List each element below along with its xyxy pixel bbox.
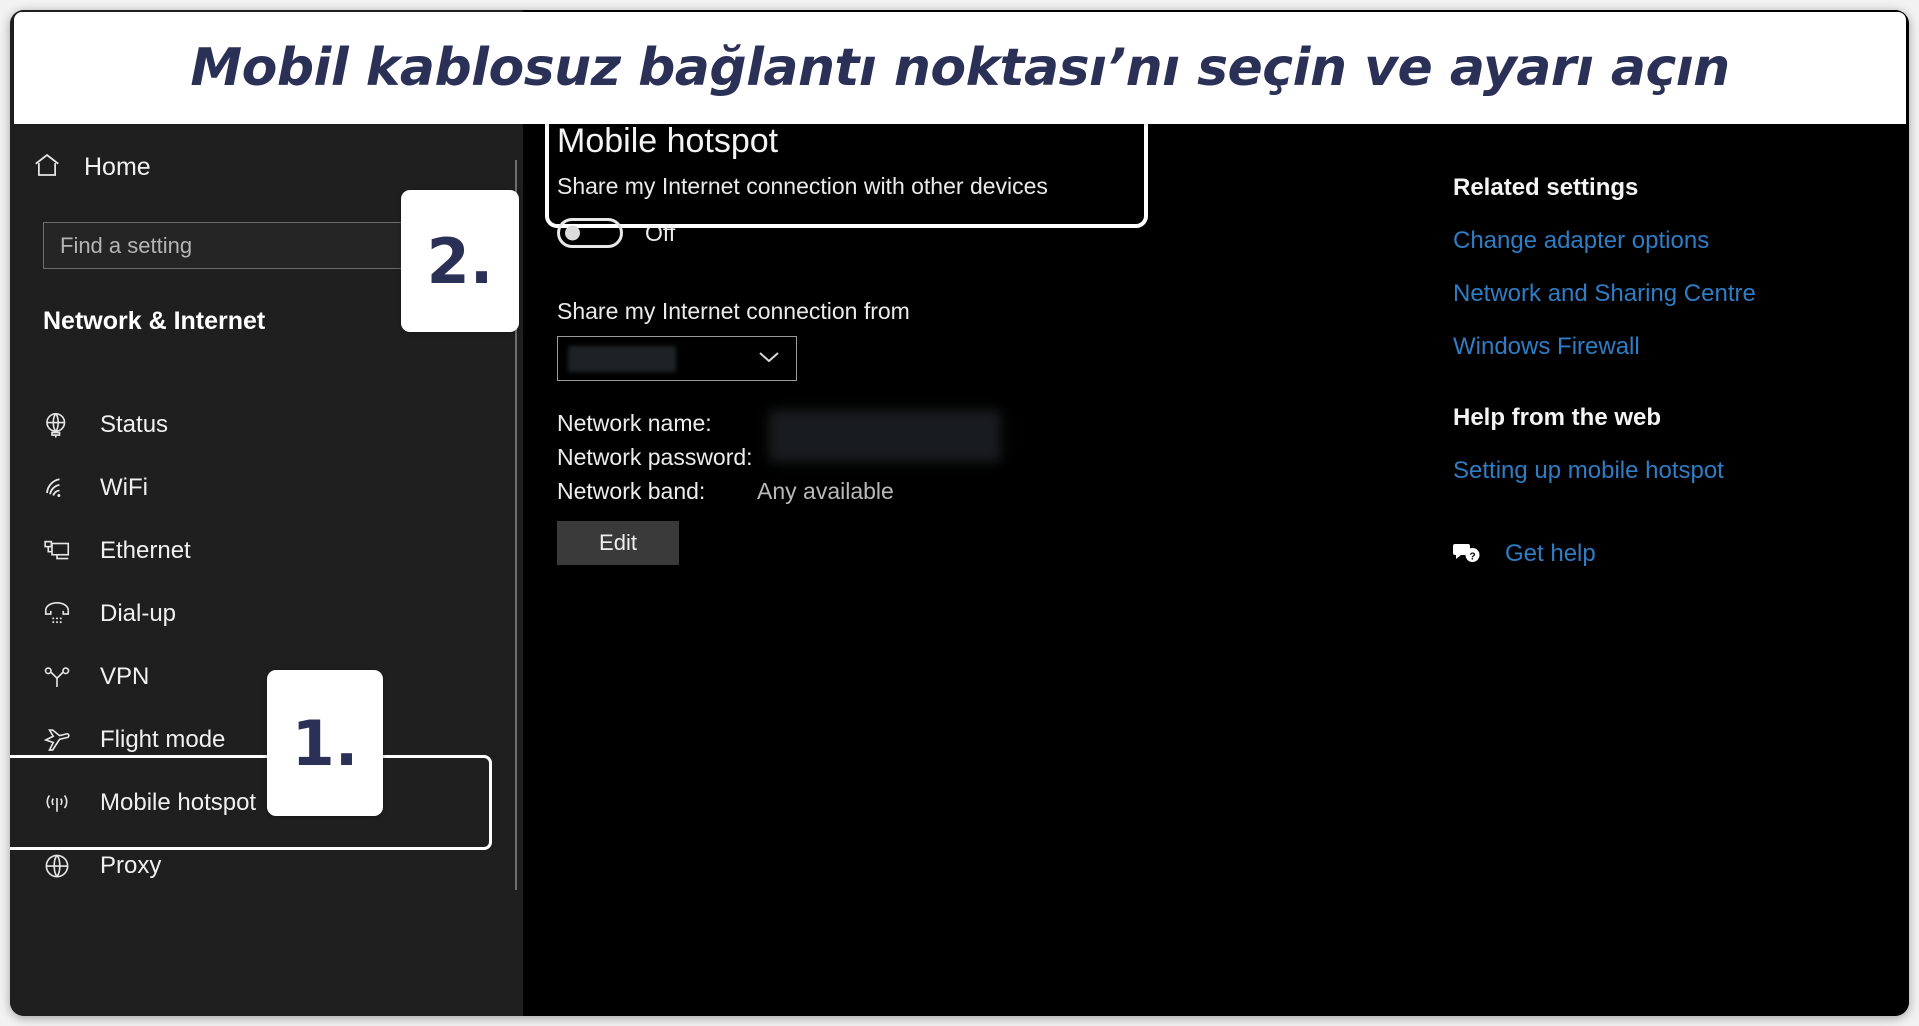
link-get-help[interactable]: Get help (1505, 540, 1596, 568)
airplane-icon (40, 723, 74, 757)
hotspot-details: Network name: Network password: Network … (557, 410, 1027, 512)
settings-window-screenshot: Home Network & Internet Status (10, 10, 1909, 1016)
sidebar-item-status[interactable]: Status (10, 393, 523, 456)
detail-value: Any available (757, 478, 894, 504)
sidebar-item-label: Dial-up (100, 599, 177, 627)
speech-question-icon: ? (1453, 541, 1483, 567)
vpn-icon (40, 660, 74, 694)
hotspot-icon (40, 786, 74, 820)
wifi-icon (40, 471, 74, 505)
sidebar-item-ethernet[interactable]: Ethernet (10, 519, 523, 582)
detail-key: Network band: (557, 478, 706, 504)
share-connection-label: Share my Internet connection with other … (557, 173, 1048, 199)
link-change-adapter-options[interactable]: Change adapter options (1453, 227, 1756, 255)
search-box[interactable] (43, 222, 433, 269)
instruction-banner: Mobil kablosuz bağlantı noktası’nı seçin… (14, 12, 1906, 124)
ethernet-icon (40, 534, 74, 568)
detail-row: Network band: Any available (557, 478, 1027, 512)
sidebar-item-label: Ethernet (100, 536, 191, 564)
globe-icon (40, 849, 74, 883)
search-input[interactable] (44, 223, 432, 268)
home-icon (32, 150, 62, 185)
link-network-and-sharing-centre[interactable]: Network and Sharing Centre (1453, 280, 1756, 308)
help-from-web-group: Help from the web Setting up mobile hots… (1453, 404, 1724, 485)
link-windows-firewall[interactable]: Windows Firewall (1453, 333, 1756, 361)
svg-text:?: ? (1469, 552, 1475, 563)
settings-sidebar: Home Network & Internet Status (10, 10, 523, 1016)
share-connection-toggle-row: Off (557, 218, 675, 248)
edit-button[interactable]: Edit (557, 521, 679, 565)
share-from-label: Share my Internet connection from (557, 298, 910, 324)
sidebar-item-label: WiFi (100, 473, 148, 501)
related-settings-group: Related settings Change adapter options … (1453, 174, 1756, 361)
sidebar-item-label: Flight mode (100, 725, 226, 753)
redacted-adapter-value (568, 345, 676, 372)
related-settings-heading: Related settings (1453, 174, 1639, 201)
sidebar-item-dial-up[interactable]: Dial-up (10, 582, 523, 645)
sidebar-item-label: Mobile hotspot (100, 788, 257, 816)
sidebar-item-label: Proxy (100, 851, 162, 879)
share-from-dropdown[interactable] (557, 336, 797, 381)
toggle-knob (565, 225, 580, 241)
sidebar-item-home[interactable]: Home (32, 147, 151, 187)
help-from-web-heading: Help from the web (1453, 404, 1662, 431)
chevron-down-icon (756, 349, 782, 369)
sidebar-item-wifi[interactable]: WiFi (10, 456, 523, 519)
detail-key: Network password: (557, 444, 753, 470)
dialup-icon (40, 597, 74, 631)
sidebar-nav: Status WiFi Ethernet Dial-up VPN Flight … (10, 393, 523, 897)
toggle-state-label: Off (645, 219, 676, 246)
globe-monitor-icon (40, 408, 74, 442)
callout-step-1: 1. (267, 670, 383, 816)
redacted-network-credentials (769, 410, 1001, 462)
sidebar-item-label: Status (100, 410, 169, 438)
share-connection-toggle[interactable] (557, 218, 623, 248)
detail-key: Network name: (557, 410, 712, 436)
instruction-banner-text: Mobil kablosuz bağlantı noktası’nı seçin… (190, 38, 1730, 98)
get-help-row[interactable]: ? Get help (1453, 540, 1596, 568)
sidebar-item-proxy[interactable]: Proxy (10, 834, 523, 897)
settings-main-pane: Mobile hotspot Share my Internet connect… (523, 10, 1909, 1016)
page-root: Home Network & Internet Status (0, 0, 1919, 1026)
callout-step-2: 2. (401, 190, 519, 332)
sidebar-section-title: Network & Internet (43, 307, 266, 335)
sidebar-home-label: Home (84, 152, 151, 181)
link-setting-up-mobile-hotspot[interactable]: Setting up mobile hotspot (1453, 457, 1724, 485)
sidebar-item-label: VPN (100, 662, 150, 690)
